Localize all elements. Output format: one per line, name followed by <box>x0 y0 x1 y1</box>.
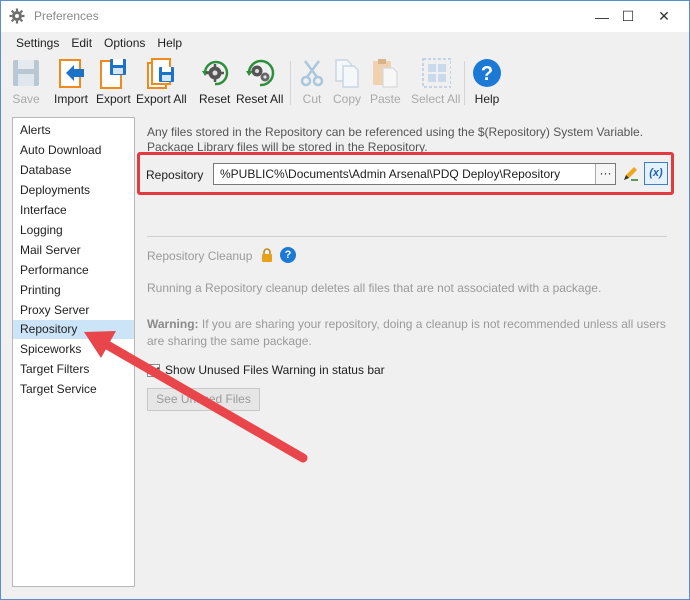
scissors-icon <box>300 60 324 87</box>
cut-button[interactable]: Cut <box>297 57 327 111</box>
help-label: Help <box>474 92 500 106</box>
export-icon <box>100 59 127 89</box>
menu-settings[interactable]: Settings <box>10 34 65 54</box>
copy-icon <box>335 59 359 88</box>
cleanup-description: Running a Repository cleanup deletes all… <box>147 281 602 295</box>
lock-icon <box>262 248 272 262</box>
sidebar-item-deployments[interactable]: Deployments <box>13 181 134 200</box>
import-label: Import <box>54 92 89 106</box>
unused-files-checkbox[interactable] <box>147 363 160 377</box>
browse-button[interactable]: ··· <box>595 164 615 184</box>
select-all-button[interactable]: Select All <box>411 57 460 111</box>
menu-bar: Settings Edit Options Help <box>1 34 689 54</box>
paste-label: Paste <box>370 92 401 106</box>
cleanup-warning: Warning: If you are sharing your reposit… <box>147 316 667 350</box>
edit-icon[interactable] <box>621 165 639 183</box>
save-label: Save <box>12 92 40 106</box>
repository-label: Repository <box>146 168 204 182</box>
section-divider <box>147 236 667 237</box>
menu-options[interactable]: Options <box>98 34 151 54</box>
select-all-label: Select All <box>411 92 461 106</box>
help-icon: ? <box>473 59 501 87</box>
sidebar-item-printing[interactable]: Printing <box>13 281 134 300</box>
save-icon <box>13 60 39 86</box>
paste-icon <box>373 59 398 88</box>
unused-files-checkbox-label: Show Unused Files Warning in status bar <box>165 363 385 377</box>
sidebar-item-alerts[interactable]: Alerts <box>13 121 134 140</box>
export-label: Export <box>96 92 131 106</box>
reset-all-gear-icon <box>245 59 274 87</box>
import-button[interactable]: Import <box>54 57 88 111</box>
info-line: Any files stored in the Repository can b… <box>147 125 644 139</box>
reset-all-label: Reset All <box>236 92 284 106</box>
toolbar-separator <box>464 61 465 105</box>
cleanup-title: Repository Cleanup <box>147 249 253 263</box>
sidebar-item-spiceworks[interactable]: Spiceworks <box>13 340 134 359</box>
export-all-button[interactable]: Export All <box>136 57 187 111</box>
sidebar-item-auto-download[interactable]: Auto Download <box>13 141 134 160</box>
reset-button[interactable]: Reset <box>199 57 230 111</box>
select-all-icon <box>421 58 451 88</box>
export-all-label: Export All <box>136 92 187 106</box>
repository-highlight-box: Repository %PUBLIC%\Documents\Admin Arse… <box>137 152 674 195</box>
gear-icon <box>9 8 25 24</box>
sidebar-item-logging[interactable]: Logging <box>13 221 134 240</box>
unused-files-warning-option[interactable]: Show Unused Files Warning in status bar <box>147 363 385 377</box>
help-icon[interactable]: ? <box>280 247 296 263</box>
export-all-icon <box>147 58 175 89</box>
menu-help[interactable]: Help <box>151 34 188 54</box>
sidebar-item-database[interactable]: Database <box>13 161 134 180</box>
menu-edit[interactable]: Edit <box>65 34 98 54</box>
reset-all-button[interactable]: Reset All <box>236 57 283 111</box>
warning-text: If you are sharing your repository, doin… <box>147 317 666 348</box>
see-unused-files-button[interactable]: See Unused Files <box>147 388 260 411</box>
export-button[interactable]: Export <box>96 57 131 111</box>
preferences-window: Preferences — ☐ ✕ Settings Edit Options … <box>0 0 690 600</box>
close-button[interactable]: ✕ <box>649 1 679 32</box>
copy-button[interactable]: Copy <box>332 57 362 111</box>
reset-label: Reset <box>199 92 231 106</box>
repository-path-field[interactable]: %PUBLIC%\Documents\Admin Arsenal\PDQ Dep… <box>213 163 616 185</box>
sidebar-item-mail-server[interactable]: Mail Server <box>13 241 134 260</box>
window-title: Preferences <box>34 9 99 23</box>
preferences-sidebar: Alerts Auto Download Database Deployment… <box>12 117 135 587</box>
paste-button[interactable]: Paste <box>370 57 401 111</box>
sidebar-item-target-filters[interactable]: Target Filters <box>13 360 134 379</box>
sidebar-item-performance[interactable]: Performance <box>13 261 134 280</box>
copy-label: Copy <box>332 92 361 106</box>
sidebar-item-target-service[interactable]: Target Service <box>13 380 134 399</box>
import-icon <box>59 59 84 88</box>
sidebar-item-repository[interactable]: Repository <box>13 320 134 339</box>
title-bar: Preferences — ☐ ✕ <box>1 1 689 32</box>
reset-gear-icon <box>201 60 228 86</box>
repository-info: Any files stored in the Repository can b… <box>147 125 667 155</box>
toolbar: Save Import Export Export All Reset Rese… <box>1 55 689 111</box>
toolbar-separator <box>290 61 291 105</box>
warning-label: Warning: <box>147 317 199 331</box>
save-button[interactable]: Save <box>11 57 41 111</box>
sidebar-item-proxy-server[interactable]: Proxy Server <box>13 301 134 320</box>
maximize-button[interactable]: ☐ <box>613 1 643 32</box>
svg-text:?: ? <box>481 63 493 85</box>
help-button[interactable]: ? Help <box>472 57 502 111</box>
repository-panel: Any files stored in the Repository can b… <box>137 117 686 587</box>
cut-label: Cut <box>302 92 322 106</box>
insert-variable-button[interactable]: (x) <box>644 162 668 185</box>
sidebar-item-interface[interactable]: Interface <box>13 201 134 220</box>
